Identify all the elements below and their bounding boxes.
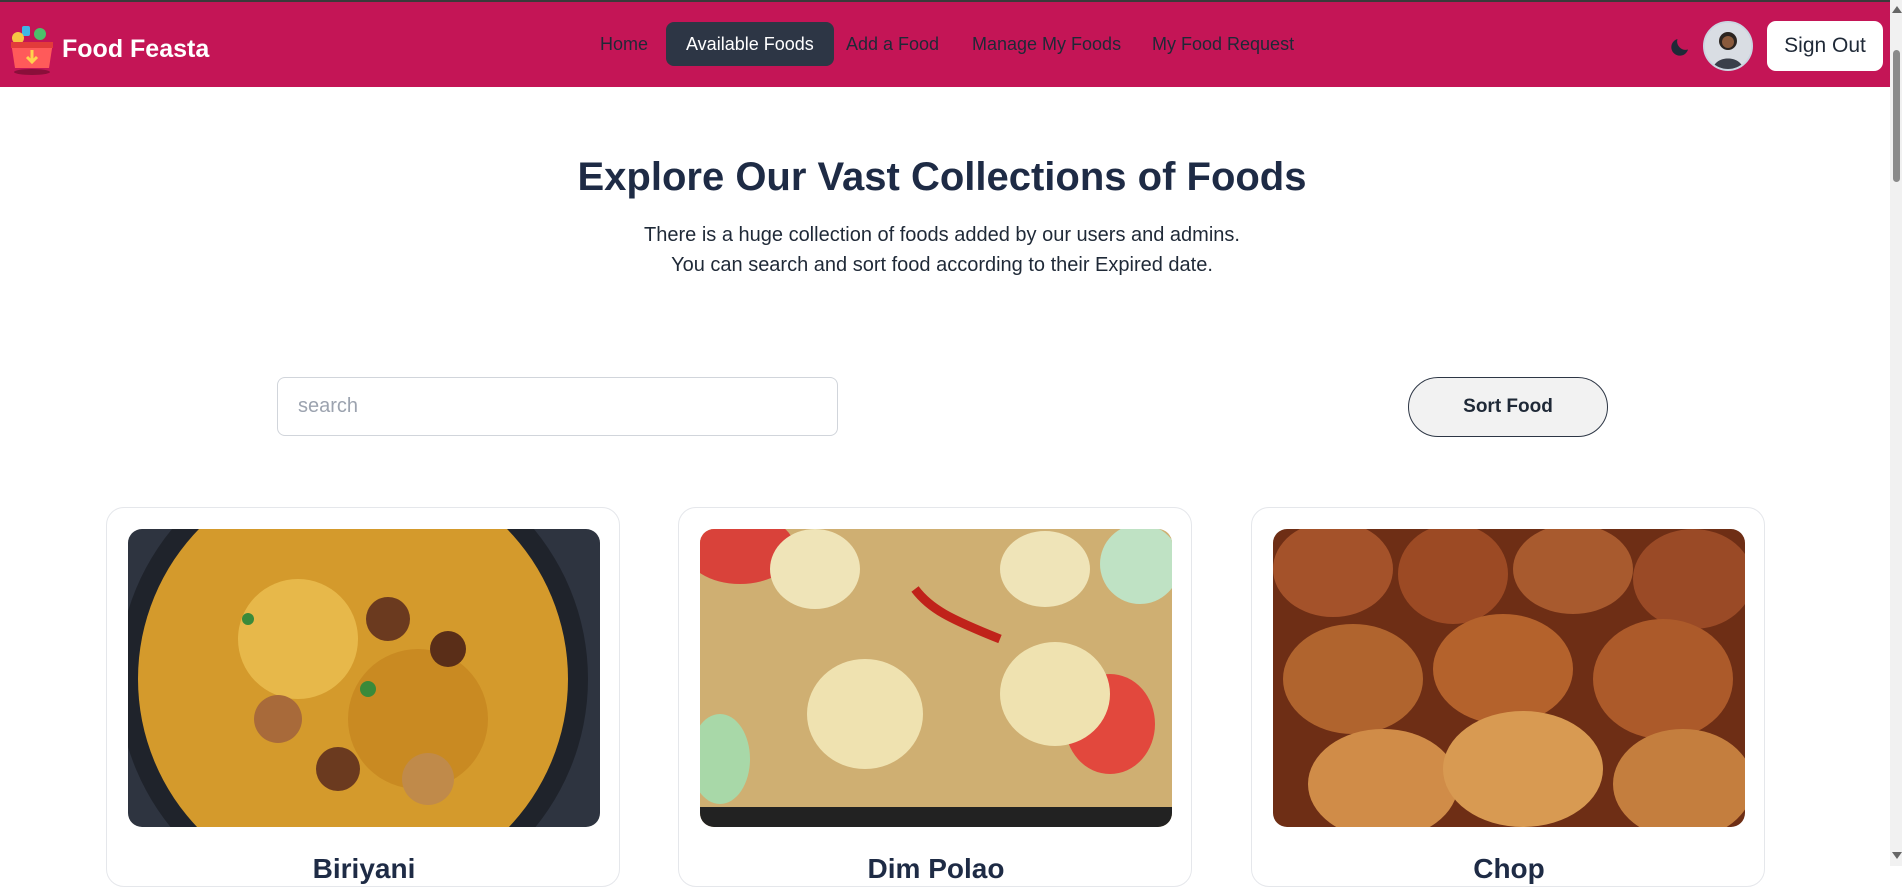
food-name: Biriyani <box>312 853 416 884</box>
user-avatar[interactable] <box>1703 21 1753 71</box>
food-card[interactable]: Chop <box>1251 507 1765 887</box>
moon-icon[interactable] <box>1668 35 1692 59</box>
nav-home[interactable]: Home <box>580 22 668 66</box>
scroll-down-arrow-icon[interactable] <box>1892 852 1902 859</box>
food-image <box>700 529 1172 827</box>
description-line-1: There is a huge collection of foods adde… <box>644 224 1240 246</box>
food-name: Chop <box>1473 853 1545 884</box>
navbar: Food Feasta Home Available Foods Add a F… <box>0 2 1890 87</box>
sign-out-button[interactable]: Sign Out <box>1767 21 1883 71</box>
scroll-up-arrow-icon[interactable] <box>1892 6 1902 13</box>
page-title: Explore Our Vast Collections of Foods <box>577 155 1307 199</box>
food-card[interactable]: Dim Polao <box>678 507 1192 887</box>
main-nav: Home Available Foods Add a Food Manage M… <box>0 22 1890 68</box>
description-line-2: You can search and sort food according t… <box>671 254 1213 276</box>
page-description: There is a huge collection of foods adde… <box>0 220 1884 280</box>
food-name: Dim Polao <box>867 853 1005 884</box>
sort-food-button[interactable]: Sort Food <box>1408 377 1608 437</box>
search-input[interactable] <box>277 377 838 436</box>
nav-manage-my-foods[interactable]: Manage My Foods <box>952 22 1141 66</box>
nav-available-foods[interactable]: Available Foods <box>666 22 834 66</box>
dim-polao-image <box>700 529 1172 827</box>
chop-image <box>1273 529 1745 827</box>
scrollbar-thumb[interactable] <box>1893 50 1900 182</box>
food-card[interactable]: Biriyani <box>106 507 620 887</box>
nav-add-food[interactable]: Add a Food <box>826 22 959 66</box>
food-image <box>1273 529 1745 827</box>
nav-my-food-request[interactable]: My Food Request <box>1132 22 1314 66</box>
biriyani-image <box>128 529 600 827</box>
user-photo-icon <box>1705 23 1751 69</box>
food-image <box>128 529 600 827</box>
